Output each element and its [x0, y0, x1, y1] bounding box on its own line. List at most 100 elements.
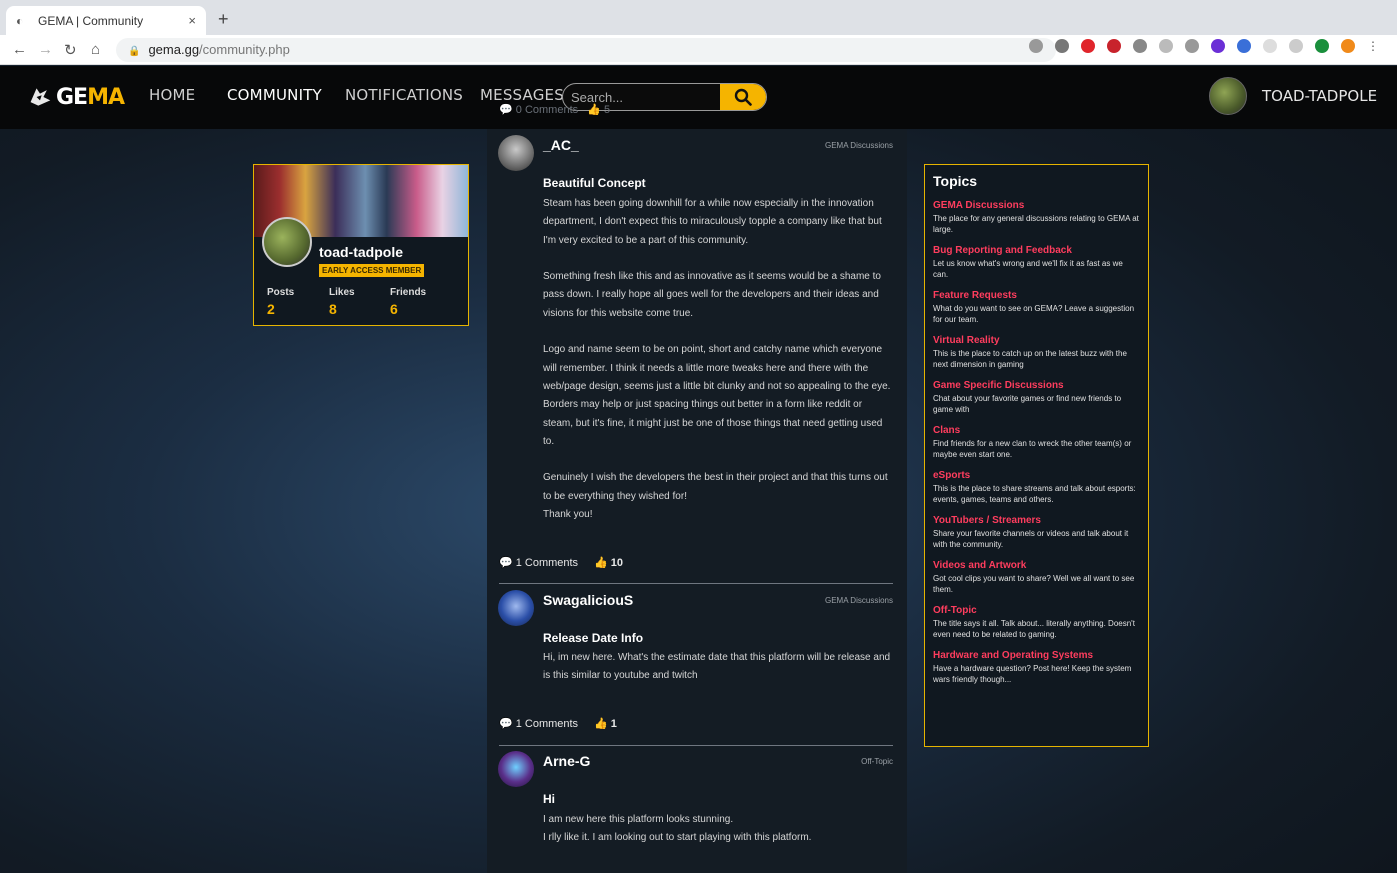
gema-wolf-logo-icon [30, 88, 51, 106]
post-title[interactable]: Release Date Info [543, 631, 643, 645]
extension-red-icon[interactable] [1081, 39, 1095, 53]
extension-green-icon[interactable] [1315, 39, 1329, 53]
search-button[interactable] [720, 84, 766, 110]
topic-description: This is the place to catch up on the lat… [933, 349, 1127, 369]
topic-name[interactable]: YouTubers / Streamers [933, 515, 1140, 526]
topic-item[interactable]: YouTubers / Streamers Share your favorite… [933, 515, 1140, 550]
topic-item[interactable]: Bug Reporting and Feedback Let us know wh… [933, 245, 1140, 280]
back-icon[interactable]: ← [12, 41, 27, 58]
stat-posts[interactable]: Posts 2 [267, 287, 294, 317]
nav-messages[interactable]: MESSAGES [480, 86, 564, 104]
topic-name[interactable]: Clans [933, 425, 1140, 436]
extension-face-icon[interactable] [1289, 39, 1303, 53]
topic-name[interactable]: Feature Requests [933, 290, 1140, 301]
post-footer: 💬 1 Comments 👍 1 [499, 717, 617, 731]
extension-light-icon[interactable] [1263, 39, 1277, 53]
browser-tab[interactable]: ◐ GEMA | Community × [6, 6, 206, 35]
post-divider [499, 745, 893, 746]
tab-title: GEMA | Community [38, 13, 144, 28]
user-name[interactable]: TOAD-TADPOLE [1262, 87, 1377, 105]
topic-item[interactable]: Virtual Reality This is the place to catc… [933, 335, 1140, 370]
thumbs-up-filled-icon: 👍 [594, 557, 608, 569]
post-author-avatar[interactable] [498, 751, 534, 787]
extension-purple-icon[interactable] [1211, 39, 1225, 53]
topic-name[interactable]: Virtual Reality [933, 335, 1140, 346]
post-title[interactable]: Beautiful Concept [543, 176, 646, 190]
home-icon[interactable]: ⌂ [91, 41, 100, 58]
comments-icon[interactable]: 💬 [499, 717, 513, 730]
url-path: /community.php [199, 42, 290, 57]
comments-icon[interactable]: 💬 [499, 556, 513, 569]
topic-name[interactable]: Hardware and Operating Systems [933, 650, 1140, 661]
bookmark-star-icon[interactable] [1055, 39, 1069, 53]
topic-item[interactable]: eSports This is the place to share stream… [933, 470, 1140, 505]
topic-name[interactable]: Game Specific Discussions [933, 380, 1140, 391]
post-topic[interactable]: Off-Topic [861, 757, 893, 766]
user-avatar[interactable] [1209, 77, 1247, 115]
topic-description: Got cool clips you want to share? Well w… [933, 574, 1135, 594]
zoom-icon[interactable] [1029, 39, 1043, 53]
profile-avatar-icon[interactable] [1341, 39, 1355, 53]
profile-avatar[interactable] [262, 217, 312, 267]
post-author-avatar[interactable] [498, 590, 534, 626]
post-topic[interactable]: GEMA Discussions [825, 596, 893, 605]
post-author[interactable]: SwagaliciouS [543, 592, 633, 608]
topic-name[interactable]: Bug Reporting and Feedback [933, 245, 1140, 256]
extension-blue-icon[interactable] [1237, 39, 1251, 53]
site-header: GEMA HOME COMMUNITY NOTIFICATIONS MESSAG… [0, 66, 1397, 129]
tab-close-icon[interactable]: × [188, 13, 196, 28]
site-page: GEMA HOME COMMUNITY NOTIFICATIONS MESSAG… [0, 66, 1397, 873]
stat-value: 8 [329, 301, 337, 317]
topic-item[interactable]: Game Specific Discussions Chat about your… [933, 380, 1140, 415]
stat-label: Likes [329, 287, 355, 298]
eyedropper-icon[interactable] [1133, 39, 1147, 53]
nav-notifications[interactable]: NOTIFICATIONS [345, 86, 463, 104]
post-author[interactable]: Arne-G [543, 753, 590, 769]
comments-count[interactable]: 1 Comments [516, 557, 578, 569]
post-title[interactable]: Hi [543, 792, 555, 806]
topic-name[interactable]: eSports [933, 470, 1140, 481]
topic-item[interactable]: Clans Find friends for a new clan to wrec… [933, 425, 1140, 460]
post-paragraph: I am new here this platform looks stunni… [543, 814, 812, 844]
post-author[interactable]: _AC_ [543, 137, 579, 153]
like-button[interactable]: 👍 10 [594, 556, 623, 570]
previous-post-footer: 💬 0 Comments 👍 5 [499, 104, 611, 116]
topic-item[interactable]: Feature Requests What do you want to see … [933, 290, 1140, 325]
topic-name[interactable]: Videos and Artwork [933, 560, 1140, 571]
profile-username[interactable]: toad-tadpole [319, 244, 403, 260]
topic-name[interactable]: Off-Topic [933, 605, 1140, 616]
address-bar[interactable]: 🔒 gema.gg/community.php [116, 38, 1056, 62]
topic-item[interactable]: Off-Topic The title says it all. Talk abo… [933, 605, 1140, 640]
menu-kebab-icon[interactable]: ⋮ [1367, 39, 1381, 53]
stat-friends[interactable]: Friends 6 [390, 287, 426, 317]
forward-icon[interactable]: → [38, 41, 53, 58]
nav-home[interactable]: HOME [149, 86, 195, 104]
nav-community[interactable]: COMMUNITY [227, 86, 322, 104]
topic-description: Chat about your favorite games or find n… [933, 394, 1122, 414]
topics-panel: Topics GEMA Discussions The place for any… [924, 164, 1149, 747]
extension-grey-icon[interactable] [1159, 39, 1173, 53]
new-tab-button[interactable]: + [218, 9, 229, 30]
url-domain: gema.gg [148, 42, 200, 57]
topic-description: Let us know what's wrong and we'll fix i… [933, 259, 1123, 279]
browser-tab-bar: ◐ GEMA | Community × + [0, 0, 1397, 35]
gema-logo[interactable]: GEMA [28, 82, 125, 112]
topic-description: Have a hardware question? Post here! Kee… [933, 664, 1132, 684]
stat-value: 2 [267, 301, 275, 317]
topic-item[interactable]: Videos and Artwork Got cool clips you wan… [933, 560, 1140, 595]
extension-circle-icon[interactable] [1185, 39, 1199, 53]
post-topic[interactable]: GEMA Discussions [825, 141, 893, 150]
stat-label: Posts [267, 287, 295, 298]
stat-likes[interactable]: Likes 8 [329, 287, 355, 317]
topic-item[interactable]: GEMA Discussions The place for any genera… [933, 200, 1140, 235]
post-paragraph: Something fresh like this and as innovat… [543, 271, 881, 319]
gema-favicon-icon: ◐ [16, 13, 24, 28]
logo-text-main: GE [55, 84, 88, 110]
adblock-icon[interactable] [1107, 39, 1121, 53]
post-author-avatar[interactable] [498, 135, 534, 171]
comments-count[interactable]: 1 Comments [516, 718, 578, 730]
like-button[interactable]: 👍 1 [594, 717, 617, 731]
reload-icon[interactable]: ↻ [64, 41, 77, 59]
topic-item[interactable]: Hardware and Operating Systems Have a har… [933, 650, 1140, 685]
topic-name[interactable]: GEMA Discussions [933, 200, 1140, 211]
